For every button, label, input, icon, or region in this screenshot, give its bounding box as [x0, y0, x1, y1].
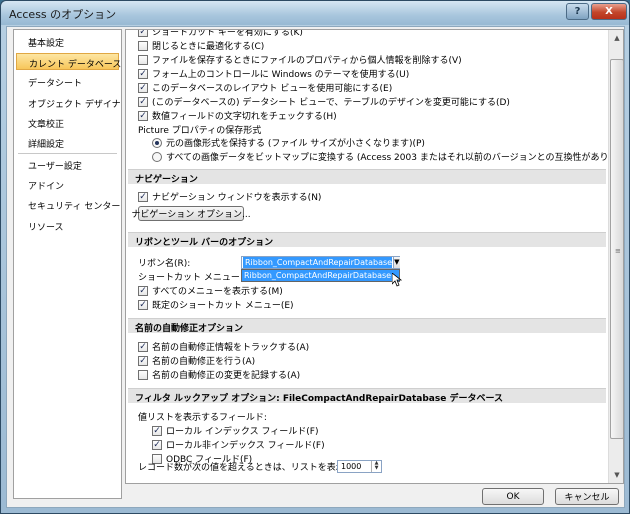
section-ribbon-toolbar: リボンとツール バーのオプション — [128, 232, 606, 248]
picture-property-label: Picture プロパティの保存形式 — [138, 126, 262, 136]
checkbox[interactable]: ✓ — [138, 82, 148, 93]
option-windows-themed-controls[interactable]: ✓ フォーム上のコントロールに Windows のテーマを使用する(U) — [138, 67, 409, 80]
section-name-autocorrect: 名前の自動修正オプション — [128, 318, 606, 334]
sidebar-item-current-database[interactable]: カレント データベース — [16, 53, 121, 70]
option-local-indexed-fields[interactable]: ✓ ローカル インデックス フィールド(F) — [152, 424, 318, 437]
checkbox[interactable]: ✓ — [138, 96, 148, 107]
option-perform-autocorrect[interactable]: ✓ 名前の自動修正を行う(A) — [138, 354, 255, 367]
chevron-down-icon[interactable]: ▼ — [393, 257, 400, 268]
checkbox[interactable]: ✓ — [138, 191, 148, 202]
scrollbar-thumb[interactable]: ≡ — [610, 59, 623, 439]
checkbox[interactable]: ✓ — [138, 341, 148, 352]
radio-button[interactable] — [152, 137, 162, 148]
checkbox[interactable] — [138, 369, 148, 380]
close-button[interactable]: X — [591, 3, 627, 20]
dialog-client: 基本設定 カレント データベース データシート オブジェクト デザイナ 文章校正… — [6, 26, 625, 508]
section-navigation: ナビゲーション — [128, 169, 606, 185]
checkbox[interactable]: ✓ — [138, 355, 148, 366]
checkbox[interactable] — [138, 40, 148, 51]
checkbox[interactable]: ✓ — [138, 30, 148, 37]
checkbox[interactable]: ✓ — [138, 285, 148, 296]
option-convert-to-bitmap[interactable]: すべての画像データをビットマップに変換する (Access 2003 またはそれ… — [152, 150, 623, 163]
sidebar-item-advanced[interactable]: 詳細設定 — [16, 134, 119, 151]
option-remove-personal-info[interactable]: ファイルを保存するときにファイルのプロパティから個人情報を削除する(V) — [138, 53, 462, 66]
ribbon-name-combobox[interactable]: Ribbon_CompactAndRepairDatabase ▼ — [241, 256, 400, 269]
sidebar-item-addins[interactable]: アドイン — [16, 176, 119, 193]
option-allow-full-menus[interactable]: ✓ すべてのメニューを表示する(M) — [138, 284, 283, 297]
cancel-button[interactable]: キャンセル — [555, 488, 619, 505]
navigation-options-button[interactable]: ナビゲーション オプション... — [131, 206, 251, 221]
checkbox[interactable]: ✓ — [138, 110, 148, 121]
sidebar-item-object-designers[interactable]: オブジェクト デザイナ — [16, 94, 121, 111]
vertical-scrollbar[interactable]: ▲ ≡ ▼ — [608, 30, 623, 483]
option-design-changes-datasheet[interactable]: ✓ (このデータベースの) データシート ビューで、テーブルのデザインを変更可能… — [138, 95, 510, 108]
sidebar-item-trust-center[interactable]: セキュリティ センター — [16, 196, 120, 213]
ribbon-name-value: Ribbon_CompactAndRepairDatabase — [243, 257, 393, 268]
checkbox[interactable]: ✓ — [152, 425, 162, 436]
checkbox[interactable]: ✓ — [138, 299, 148, 310]
radio-button[interactable] — [152, 151, 162, 162]
sidebar-item-general[interactable]: 基本設定 — [16, 33, 119, 50]
window-title: Access のオプション — [9, 8, 117, 21]
grip-icon: ≡ — [615, 247, 621, 255]
options-dialog: Access のオプション ? X 基本設定 カレント データベース データシー… — [0, 0, 630, 514]
record-limit-value[interactable]: 1000 — [338, 462, 371, 471]
options-content: ✓ ショートカット キーを有効にする(K) 閉じるときに最適化する(C) ファイ… — [125, 29, 624, 484]
scroll-up-icon[interactable]: ▲ — [610, 31, 623, 45]
option-preserve-image-format[interactable]: 元の画像形式を保持する (ファイル サイズが小さくなります)(P) — [152, 136, 425, 149]
checkbox[interactable]: ✓ — [152, 439, 162, 450]
spin-arrows-icon[interactable]: ▲ ▼ — [371, 461, 381, 472]
option-default-shortcut-menus[interactable]: ✓ 既定のショートカット メニュー(E) — [138, 298, 294, 311]
record-limit-spinner[interactable]: 1000 ▲ ▼ — [337, 460, 382, 473]
section-filter-lookup: フィルタ ルックアップ オプション: FileCompactAndRepairD… — [128, 388, 606, 404]
scroll-down-icon[interactable]: ▼ — [610, 468, 623, 482]
option-show-navigation-pane[interactable]: ✓ ナビゲーション ウィンドウを表示する(N) — [138, 190, 321, 203]
checkbox[interactable] — [138, 54, 148, 65]
ribbon-name-label: リボン名(R): — [138, 259, 191, 269]
checkbox[interactable]: ✓ — [138, 68, 148, 79]
sidebar: 基本設定 カレント データベース データシート オブジェクト デザイナ 文章校正… — [13, 29, 122, 499]
sidebar-item-customize[interactable]: ユーザー設定 — [16, 156, 119, 173]
option-local-nonindexed-fields[interactable]: ✓ ローカル非インデックス フィールド(F) — [152, 438, 325, 451]
option-shortcut-keys[interactable]: ✓ ショートカット キーを有効にする(K) — [138, 30, 303, 38]
sidebar-item-resources[interactable]: リソース — [16, 217, 119, 234]
mouse-cursor-icon — [392, 273, 402, 287]
sidebar-item-datasheet[interactable]: データシート — [16, 73, 119, 90]
option-log-autocorrect[interactable]: 名前の自動修正の変更を記録する(A) — [138, 368, 300, 381]
sidebar-item-proofing[interactable]: 文章校正 — [16, 114, 119, 131]
option-track-autocorrect[interactable]: ✓ 名前の自動修正情報をトラックする(A) — [138, 340, 309, 353]
sidebar-divider — [18, 153, 117, 154]
show-list-fields-label: 値リストを表示するフィールド: — [138, 413, 267, 423]
title-bar[interactable]: Access のオプション ? X — [1, 1, 629, 25]
option-compact-on-close[interactable]: 閉じるときに最適化する(C) — [138, 39, 264, 52]
help-button[interactable]: ? — [566, 3, 589, 20]
ok-button[interactable]: OK — [482, 488, 544, 505]
option-check-truncated-numbers[interactable]: ✓ 数値フィールドの文字切れをチェックする(H) — [138, 109, 337, 122]
ribbon-name-dropdown: Ribbon_CompactAndRepairDatabase — [241, 269, 400, 282]
dropdown-option[interactable]: Ribbon_CompactAndRepairDatabase — [242, 270, 399, 281]
option-enable-layout-view[interactable]: ✓ このデータベースのレイアウト ビューを使用可能にする(E) — [138, 81, 392, 94]
